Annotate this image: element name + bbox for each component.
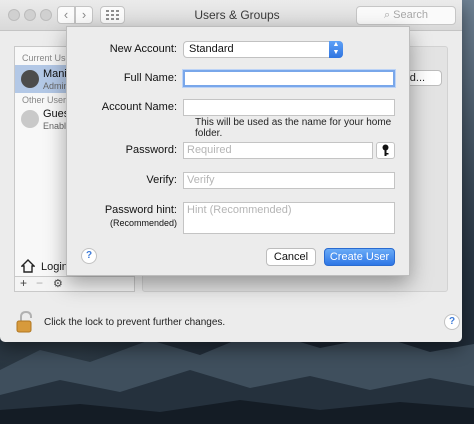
hint-placeholder: Hint (Recommended) — [187, 204, 292, 216]
password-label: Password: — [125, 144, 177, 156]
password-placeholder: Required — [187, 144, 232, 156]
guest-status: Enabl — [43, 121, 67, 131]
verify-placeholder: Verify — [187, 174, 215, 186]
window-help-button[interactable]: ? — [444, 314, 460, 330]
add-user-button[interactable]: + — [20, 276, 27, 290]
password-assistant-button[interactable] — [376, 142, 395, 159]
account-type-popup[interactable]: Standard ▲ ▼ — [183, 41, 343, 58]
cancel-button[interactable]: Cancel — [266, 248, 316, 266]
account-name-label: Account Name: — [101, 101, 177, 113]
house-icon — [21, 259, 35, 273]
create-user-button[interactable]: Create User — [324, 248, 395, 266]
lock-text: Click the lock to prevent further change… — [44, 317, 226, 328]
lock-icon[interactable] — [16, 311, 36, 333]
full-name-label: Full Name: — [123, 72, 177, 84]
remove-user-button[interactable]: − — [36, 276, 43, 290]
account-name-hint: This will be used as the name for your h… — [195, 117, 392, 139]
lock-row: Click the lock to prevent further change… — [16, 311, 456, 333]
new-account-sheet: New Account: Standard ▲ ▼ Full Name: Acco… — [66, 26, 410, 276]
search-icon: ⌕ — [383, 9, 394, 21]
help-label: ? — [448, 316, 456, 327]
avatar — [21, 70, 39, 88]
verify-label: Verify: — [146, 174, 177, 186]
sheet-help-button[interactable]: ? — [81, 248, 97, 264]
other-users-header: Other Users — [22, 95, 71, 105]
list-actions-bar: + − ⚙ — [14, 276, 135, 292]
key-icon — [382, 144, 389, 156]
password-hint-field[interactable]: Hint (Recommended) — [183, 202, 395, 234]
password-hint-sublabel: (Recommended) — [109, 218, 177, 228]
login-options-label: Login — [41, 261, 68, 273]
gear-icon[interactable]: ⚙ — [53, 277, 63, 290]
chevron-updown-icon: ▲ ▼ — [329, 41, 343, 58]
new-account-label: New Account: — [109, 43, 177, 55]
search-placeholder: Search — [393, 9, 429, 21]
sheet-help-label: ? — [85, 250, 93, 261]
account-type-value: Standard — [189, 43, 234, 55]
guest-avatar-icon — [21, 110, 39, 128]
full-name-field[interactable] — [183, 70, 395, 87]
password-field[interactable]: Required — [183, 142, 373, 159]
current-users-header: Current Use — [22, 53, 71, 63]
verify-field[interactable]: Verify — [183, 172, 395, 189]
user-role: Admin — [43, 81, 69, 91]
search-field[interactable]: ⌕ Search — [356, 6, 456, 25]
password-hint-label: Password hint: — [104, 204, 177, 216]
account-name-field[interactable] — [183, 99, 395, 116]
